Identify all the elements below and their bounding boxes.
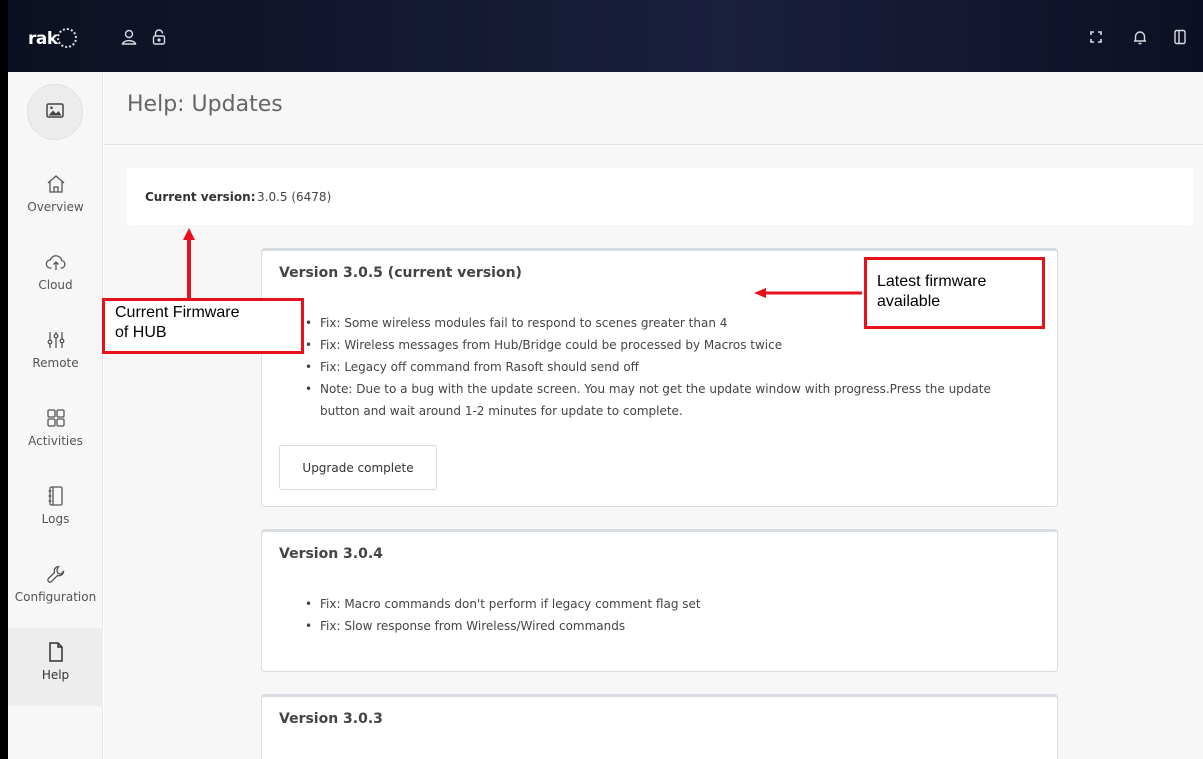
annotation-arrows [183,228,862,298]
arrow-up-to-current-version [183,228,195,298]
arrow-left-to-latest-version [754,288,862,298]
app-window: rak Overview Cloud Remote Activities Log… [0,0,1203,759]
